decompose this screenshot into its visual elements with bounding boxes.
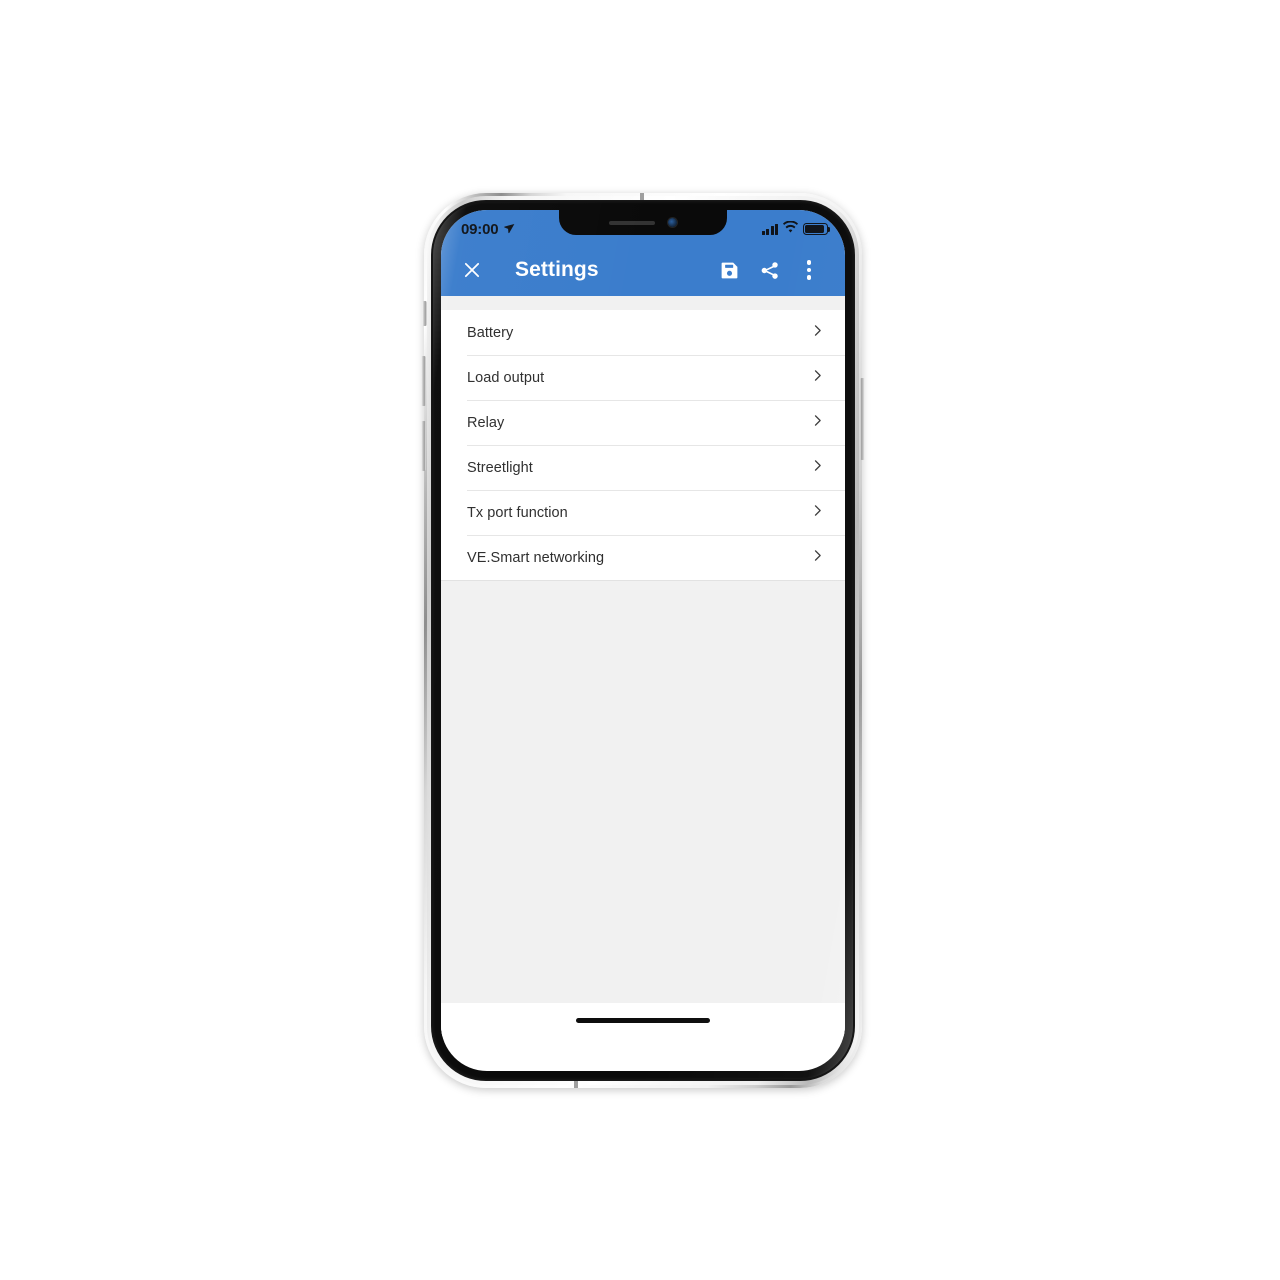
antenna-line-bottom — [574, 1080, 578, 1088]
screenshot-canvas: 09:00 Settings Battery Load output Relay… — [0, 0, 1280, 1280]
settings-row-relay[interactable]: Relay — [441, 400, 845, 445]
list-item-label: Tx port function — [467, 504, 568, 521]
volume-down-button[interactable] — [421, 421, 426, 471]
cellular-signal-icon — [761, 223, 778, 235]
volume-up-button[interactable] — [421, 356, 426, 406]
settings-row-streetlight[interactable]: Streetlight — [441, 445, 845, 490]
battery-icon — [803, 223, 831, 235]
location-arrow-icon — [503, 221, 515, 238]
chevron-right-icon — [810, 503, 825, 523]
save-icon[interactable] — [709, 250, 749, 290]
settings-page-content: Battery Load output Relay Streetlight Tx… — [441, 296, 845, 1037]
close-icon[interactable] — [455, 253, 489, 287]
status-bar-right — [761, 220, 831, 238]
home-indicator-area — [441, 1003, 845, 1037]
battery-level-fill — [805, 225, 825, 233]
phone-screen: 09:00 Settings Battery Load output Relay… — [441, 210, 845, 1071]
home-indicator[interactable] — [576, 1017, 710, 1023]
silent-switch-button[interactable] — [422, 301, 427, 326]
wifi-icon — [783, 220, 798, 238]
list-item-label: VE.Smart networking — [467, 549, 605, 566]
kebab-dots — [806, 260, 812, 280]
front-camera-icon — [668, 218, 677, 227]
status-bar-left: 09:00 — [461, 221, 515, 238]
device-notch — [559, 210, 727, 235]
phone-device-mockup: 09:00 Settings Battery Load output Relay… — [421, 193, 865, 1088]
list-item-label: Relay — [467, 414, 505, 431]
chevron-right-icon — [810, 323, 825, 343]
settings-row-battery[interactable]: Battery — [441, 310, 845, 355]
list-item-label: Battery — [467, 324, 514, 341]
list-item-label: Load output — [467, 369, 545, 386]
chevron-right-icon — [810, 548, 825, 568]
chevron-right-icon — [810, 413, 825, 433]
app-bar: Settings — [441, 244, 845, 296]
content-top-gap — [441, 296, 845, 310]
more-options-icon[interactable] — [789, 250, 829, 290]
chevron-right-icon — [810, 458, 825, 478]
settings-row-load-output[interactable]: Load output — [441, 355, 845, 400]
chevron-right-icon — [810, 368, 825, 388]
power-button[interactable] — [860, 378, 865, 460]
earpiece-speaker-icon — [609, 220, 655, 225]
page-title: Settings — [515, 258, 599, 281]
status-bar-time: 09:00 — [461, 220, 499, 238]
settings-list: Battery Load output Relay Streetlight Tx… — [441, 310, 845, 581]
empty-content-area — [441, 581, 845, 1003]
list-item-label: Streetlight — [467, 459, 533, 476]
settings-row-tx-port-function[interactable]: Tx port function — [441, 490, 845, 535]
settings-row-ve-smart-networking[interactable]: VE.Smart networking — [441, 535, 845, 580]
share-icon[interactable] — [749, 250, 789, 290]
